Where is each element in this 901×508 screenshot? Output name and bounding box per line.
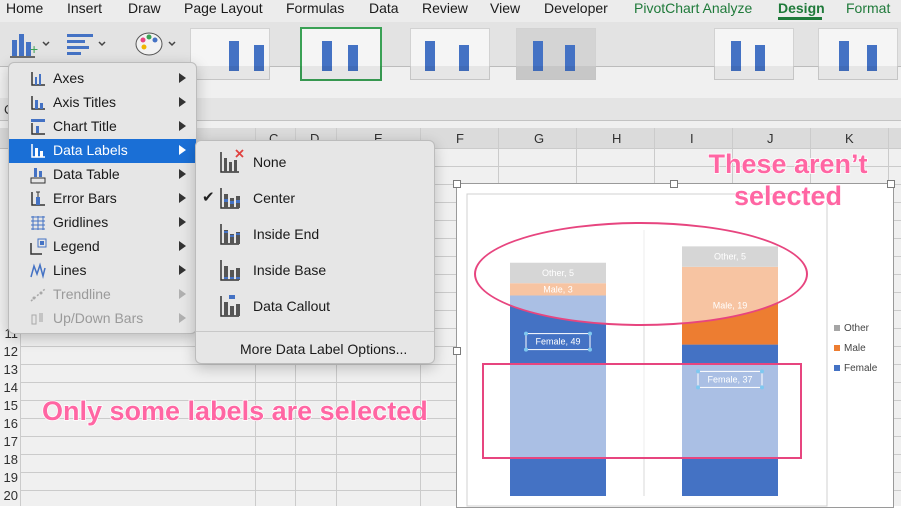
- more-data-label-options[interactable]: More Data Label Options...: [240, 341, 407, 357]
- ribbon-tabs: Home Insert Draw Page Layout Formulas Da…: [0, 0, 901, 22]
- up-down-bars-icon: [31, 313, 43, 325]
- tab-pivotchart-analyze[interactable]: PivotChart Analyze: [634, 0, 752, 16]
- tab-page-layout[interactable]: Page Layout: [184, 0, 263, 16]
- tab-format[interactable]: Format: [846, 0, 890, 16]
- legend-swatch: [834, 325, 840, 331]
- data-labels-submenu: None ✔ Center Inside End Inside Base Dat…: [195, 140, 435, 364]
- data-table-icon: [30, 168, 46, 184]
- data-labels-none-icon: [220, 149, 244, 173]
- quick-layout-icon: [67, 34, 106, 55]
- ribbon: +: [0, 22, 901, 81]
- menu-item-lines[interactable]: Lines: [9, 259, 196, 283]
- tab-insert[interactable]: Insert: [67, 0, 102, 16]
- menu-item-gridlines[interactable]: Gridlines: [9, 211, 196, 235]
- tab-review[interactable]: Review: [422, 0, 468, 16]
- tab-draw[interactable]: Draw: [128, 0, 161, 16]
- change-colors-button[interactable]: [134, 28, 178, 60]
- data-labels-icon: [31, 144, 45, 158]
- legend-entry: Other: [844, 323, 870, 334]
- annotation-bottom-note: Only some labels are selected: [41, 395, 428, 427]
- menu-separator: [196, 331, 434, 332]
- add-chart-element-button[interactable]: +: [8, 28, 52, 60]
- tab-design[interactable]: Design: [778, 0, 825, 16]
- chart-title-icon: [31, 119, 45, 135]
- svg-text:+: +: [30, 41, 38, 57]
- submenu-item-data-callout[interactable]: Data Callout: [196, 288, 434, 324]
- menu-item-up-down-bars: Up/Down Bars: [9, 307, 196, 331]
- menu-item-axes[interactable]: Axes: [9, 67, 196, 91]
- annotation-ellipse: [474, 222, 808, 326]
- menu-item-chart-title[interactable]: Chart Title: [9, 115, 196, 139]
- menu-item-data-table[interactable]: Data Table: [9, 163, 196, 187]
- submenu-item-inside-end[interactable]: Inside End: [196, 216, 434, 252]
- gridlines-icon: [31, 216, 45, 230]
- chart-resize-handle[interactable]: [453, 180, 461, 188]
- data-labels-inside-base-icon: [220, 260, 240, 281]
- add-chart-element-menu: Axes Axis Titles Chart Title Data Labels…: [8, 62, 197, 334]
- error-bars-icon: [31, 191, 45, 206]
- legend-entry: Male: [844, 343, 866, 354]
- chart-resize-handle[interactable]: [670, 180, 678, 188]
- legend-swatch: [834, 345, 840, 351]
- tab-data[interactable]: Data: [369, 0, 399, 16]
- submenu-item-none[interactable]: None: [196, 144, 434, 180]
- data-labels-callout-icon: [220, 295, 240, 317]
- lines-icon: [30, 262, 46, 279]
- chart-resize-handle[interactable]: [887, 180, 895, 188]
- axis-titles-icon: [31, 96, 45, 110]
- annotation-top-note: These aren’t selected: [708, 148, 869, 212]
- legend-swatch: [834, 365, 840, 371]
- legend-entry: Female: [844, 363, 878, 374]
- tab-formulas[interactable]: Formulas: [286, 0, 344, 16]
- axes-icon: [31, 72, 45, 86]
- checkmark-icon: ✔: [202, 189, 215, 206]
- submenu-item-inside-base[interactable]: Inside Base: [196, 252, 434, 288]
- legend-icon: [30, 238, 47, 255]
- submenu-item-center[interactable]: ✔ Center: [196, 180, 434, 216]
- palette-icon: [135, 32, 176, 56]
- add-chart-element-icon: +: [10, 34, 50, 58]
- menu-item-trendline: Trendline: [9, 283, 196, 307]
- trendline-icon: [30, 288, 46, 302]
- menu-item-axis-titles[interactable]: Axis Titles: [9, 91, 196, 115]
- tab-view[interactable]: View: [490, 0, 520, 16]
- menu-item-error-bars[interactable]: Error Bars: [9, 187, 196, 211]
- data-labels-inside-end-icon: [220, 224, 240, 245]
- data-labels-center-icon: [220, 188, 240, 209]
- menu-item-legend[interactable]: Legend: [9, 235, 196, 259]
- menu-item-data-labels[interactable]: Data Labels: [9, 139, 196, 163]
- tab-home[interactable]: Home: [6, 0, 43, 16]
- annotation-rectangle: [482, 363, 802, 459]
- quick-layout-button[interactable]: [64, 28, 108, 60]
- chart-resize-handle[interactable]: [453, 347, 461, 355]
- active-tab-indicator: [778, 17, 822, 20]
- tab-developer[interactable]: Developer: [544, 0, 608, 16]
